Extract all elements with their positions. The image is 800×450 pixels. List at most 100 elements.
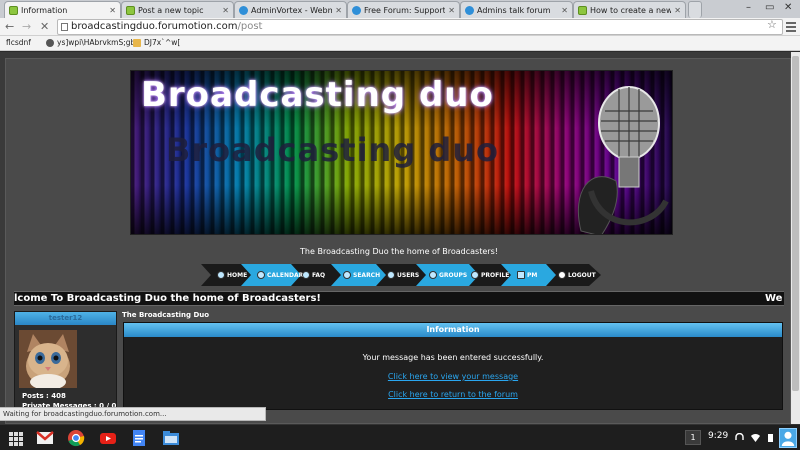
nav-groups[interactable]: GROUPS — [429, 264, 467, 286]
web-page: Broadcasting duo Broadcasting duo The Br… — [0, 52, 800, 424]
user-profile-panel: tester12 Posts: 408 Private Messages: … — [14, 311, 117, 421]
message-icon — [517, 271, 525, 279]
headphones-icon[interactable] — [735, 433, 744, 442]
menu-icon[interactable] — [786, 20, 796, 32]
scrollbar-thumb[interactable] — [792, 56, 799, 391]
bookmark-item[interactable]: flcsdnf — [6, 38, 31, 98]
app-launcher-icon[interactable] — [6, 429, 24, 447]
profile-icon — [471, 271, 479, 279]
user-avatar-icon[interactable] — [779, 428, 797, 448]
nav-calendar[interactable]: CALENDAR — [257, 264, 303, 286]
home-icon — [217, 271, 225, 279]
nav-label: GROUPS — [439, 271, 468, 279]
tab-label: Admins talk forum — [477, 5, 551, 15]
forum-navbar: HOME CALENDAR FAQ SEARCH USERS GROUPS PR… — [201, 264, 601, 286]
success-message: Your message has been entered successful… — [362, 353, 544, 362]
forumotion-icon — [9, 6, 18, 15]
posts-count: Posts : 408 — [22, 392, 66, 400]
bookmark-label: DJ7x`^w[ — [144, 38, 181, 47]
docs-icon[interactable] — [130, 429, 148, 447]
nav-label: FAQ — [312, 271, 326, 279]
wifi-icon[interactable] — [751, 433, 760, 442]
forumotion-icon — [126, 5, 135, 15]
bookmarks-bar: flcsdnf ys]wpi\HAbrvkmS;gb DJ7x`^w[ — [0, 36, 800, 98]
url-path: /post — [237, 21, 263, 32]
nav-label: LOGOUT — [568, 271, 596, 279]
close-icon[interactable]: ✕ — [335, 6, 342, 15]
new-tab-button[interactable] — [688, 1, 702, 18]
nav-label: CALENDAR — [267, 271, 304, 279]
os-taskbar: 1 9:29 — [0, 424, 800, 450]
battery-icon[interactable] — [766, 433, 775, 442]
close-icon[interactable]: ✕ — [222, 6, 229, 15]
tab-free-forum-support[interactable]: Free Forum: Support For ✕ — [347, 1, 460, 18]
tab-label: Post a new topic — [138, 5, 204, 15]
tab-post-new-topic[interactable]: Post a new topic ✕ — [121, 1, 234, 18]
nav-pm[interactable]: PM — [517, 264, 537, 286]
avatar[interactable] — [19, 330, 77, 388]
tab-admins-talk[interactable]: Admins talk forum ✕ — [460, 1, 573, 18]
tab-label: Information — [21, 6, 68, 15]
nav-faq[interactable]: FAQ — [302, 264, 325, 286]
page-scrollbar[interactable] — [791, 52, 800, 424]
tab-label: AdminVortex - Webmast — [251, 5, 332, 15]
bookmark-label: flcsdnf — [6, 38, 31, 47]
files-icon[interactable] — [162, 429, 180, 447]
nav-users[interactable]: USERS — [387, 264, 419, 286]
nav-label: SEARCH — [353, 271, 381, 279]
groups-icon — [429, 271, 437, 279]
loading-status: Waiting for broadcastingduo.forumotion.c… — [0, 407, 266, 421]
information-heading: Information — [124, 323, 782, 337]
speech-bubble-icon — [465, 5, 474, 15]
calendar-icon — [257, 271, 265, 279]
nav-logout[interactable]: LOGOUT — [558, 264, 596, 286]
nav-search[interactable]: SEARCH — [343, 264, 380, 286]
star-icon[interactable]: ☆ — [767, 18, 777, 31]
stop-icon[interactable]: ✕ — [40, 20, 49, 34]
tab-how-to-create[interactable]: How to create a new topi ✕ — [573, 1, 686, 18]
notification-count[interactable]: 1 — [685, 430, 701, 445]
folder-icon — [133, 38, 141, 47]
back-icon[interactable]: ← — [5, 20, 14, 34]
forum-tagline: The Broadcasting Duo the home of Broadca… — [300, 247, 498, 256]
close-icon[interactable]: ✕ — [561, 6, 568, 15]
minimize-icon[interactable]: – — [746, 2, 751, 13]
forum-name[interactable]: The Broadcasting Duo — [122, 311, 209, 319]
forum-container: Broadcasting duo Broadcasting duo The Br… — [5, 58, 791, 424]
profile-username[interactable]: tester12 — [15, 312, 116, 325]
url-host: broadcastingduo.forumotion.com — [71, 21, 238, 32]
tab-information[interactable]: Information ✕ — [4, 1, 121, 19]
tab-adminvortex[interactable]: AdminVortex - Webmast ✕ — [234, 1, 347, 18]
marquee-text-repeat: We — [765, 293, 783, 304]
nav-profile[interactable]: PROFILE — [471, 264, 509, 286]
close-icon[interactable]: ✕ — [109, 6, 116, 15]
close-icon[interactable]: ✕ — [674, 6, 681, 15]
welcome-marquee: lcome To Broadcasting Duo the home of Br… — [14, 291, 784, 306]
clock[interactable]: 9:29 — [708, 431, 728, 441]
youtube-icon[interactable] — [99, 429, 117, 447]
maximize-icon[interactable]: ▭ — [765, 2, 774, 13]
nav-home[interactable]: HOME — [217, 264, 247, 286]
page-icon — [61, 23, 68, 31]
chrome-icon[interactable] — [67, 429, 85, 447]
bookmark-item[interactable]: DJ7x`^w[ — [133, 38, 180, 47]
browser-toolbar: ← → ✕ broadcastingduo.forumotion.com/pos… — [0, 18, 800, 36]
gmail-icon[interactable] — [36, 429, 54, 447]
view-message-link[interactable]: Click here to view your message — [124, 372, 782, 381]
forward-icon[interactable]: → — [22, 20, 31, 34]
nav-label: PM — [527, 271, 538, 279]
nav-label: USERS — [397, 271, 420, 279]
tab-strip: Information ✕ Post a new topic ✕ AdminVo… — [0, 0, 800, 19]
information-box: Information Your message has been entere… — [123, 322, 783, 410]
headset-icon — [302, 271, 310, 279]
return-to-forum-link[interactable]: Click here to return to the forum — [124, 390, 782, 399]
tab-label: Free Forum: Support For — [364, 5, 446, 15]
close-icon[interactable]: ✕ — [448, 6, 455, 15]
close-window-icon[interactable]: ✕ — [784, 2, 792, 13]
speech-bubble-icon — [239, 5, 248, 15]
bookmark-label: ys]wpi\HAbrvkmS;gb — [57, 38, 136, 47]
tab-label: How to create a new topi — [590, 5, 672, 15]
address-bar[interactable]: broadcastingduo.forumotion.com/post — [57, 19, 783, 35]
screen: Information ✕ Post a new topic ✕ AdminVo… — [0, 0, 800, 450]
bookmark-item[interactable]: ys]wpi\HAbrvkmS;gb — [46, 38, 135, 47]
